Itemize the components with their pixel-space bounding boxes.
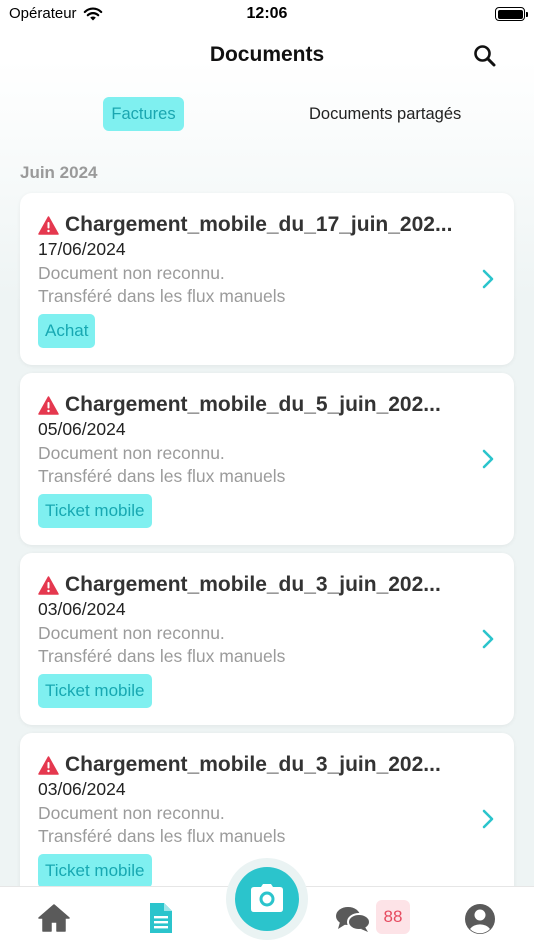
document-title-row: Chargement_mobile_du_5_juin_202... (38, 393, 441, 417)
document-date: 03/06/2024 (38, 599, 126, 619)
warning-icon (38, 575, 59, 595)
chat-icon[interactable] (335, 905, 371, 933)
page-title: Documents (209, 43, 325, 66)
camera-button[interactable] (235, 867, 299, 931)
clock: 12:06 (246, 5, 288, 22)
tab-documents-partages[interactable]: Documents partagés (309, 97, 461, 131)
chevron-right-icon (482, 449, 494, 469)
warning-icon (38, 215, 59, 235)
document-status-message: Document non reconnu. (38, 263, 225, 283)
document-status-detail: Transféré dans les flux manuels (38, 646, 286, 666)
tab-factures[interactable]: Factures (103, 97, 184, 131)
document-category-tag: Ticket mobile (38, 854, 152, 888)
document-date: 17/06/2024 (38, 239, 126, 259)
section-title: Juin 2024 (20, 163, 98, 182)
chevron-right-icon (482, 809, 494, 829)
warning-icon (38, 395, 59, 415)
document-card[interactable]: Chargement_mobile_du_3_juin_202... 03/06… (20, 553, 514, 725)
home-icon[interactable] (37, 903, 71, 933)
document-status-detail: Transféré dans les flux manuels (38, 466, 286, 486)
document-date: 03/06/2024 (38, 779, 126, 799)
document-name: Chargement_mobile_du_3_juin_202... (65, 573, 441, 596)
document-status-detail: Transféré dans les flux manuels (38, 286, 286, 306)
battery-icon (495, 7, 528, 21)
chevron-right-icon (482, 269, 494, 289)
header: Documents (0, 36, 534, 76)
status-bar: Opérateur 12:06 (0, 0, 534, 30)
profile-icon[interactable] (464, 903, 496, 935)
document-title-row: Chargement_mobile_du_3_juin_202... (38, 753, 441, 777)
chevron-right-icon (482, 629, 494, 649)
document-category-tag: Achat (38, 314, 96, 348)
search-icon[interactable] (472, 43, 498, 69)
document-category-tag: Ticket mobile (38, 494, 152, 528)
document-status-message: Document non reconnu. (38, 803, 225, 823)
document-title-row: Chargement_mobile_du_3_juin_202... (38, 573, 441, 597)
document-icon[interactable] (148, 901, 174, 935)
document-status-message: Document non reconnu. (38, 443, 225, 463)
document-tabs: Factures Documents partagés (0, 97, 534, 131)
document-status-message: Document non reconnu. (38, 623, 225, 643)
camera-icon (251, 884, 283, 912)
document-name: Chargement_mobile_du_17_juin_202... (65, 213, 453, 236)
document-card[interactable]: Chargement_mobile_du_17_juin_202... 17/0… (20, 193, 514, 365)
document-title-row: Chargement_mobile_du_17_juin_202... (38, 213, 452, 237)
document-status-detail: Transféré dans les flux manuels (38, 826, 286, 846)
document-name: Chargement_mobile_du_3_juin_202... (65, 753, 441, 776)
warning-icon (38, 755, 59, 775)
document-name: Chargement_mobile_du_5_juin_202... (65, 393, 441, 416)
document-category-tag: Ticket mobile (38, 674, 152, 708)
document-date: 05/06/2024 (38, 419, 126, 439)
messages-count-badge: 88 (376, 900, 410, 934)
document-card[interactable]: Chargement_mobile_du_5_juin_202... 05/06… (20, 373, 514, 545)
